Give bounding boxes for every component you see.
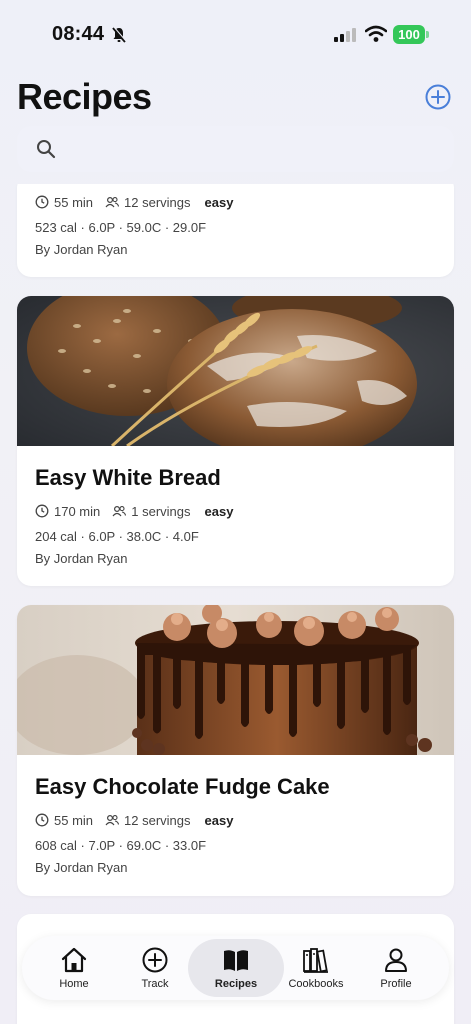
recipe-nutrition: 204 cal · 6.0P · 38.0C · 4.0F <box>35 529 199 544</box>
recipe-servings: 1 servings <box>131 503 191 519</box>
plus-circle-icon <box>142 947 168 973</box>
book-open-icon <box>224 950 248 971</box>
tab-label: Recipes <box>214 978 258 990</box>
tab-bar: Home Track Recipes Cookbooks Profile <box>22 936 449 1000</box>
recipe-author: By Jordan Ryan <box>35 242 128 257</box>
recipe-time: 170 min <box>54 503 101 519</box>
battery-tip <box>426 31 429 38</box>
home-icon <box>61 947 87 973</box>
search-bar[interactable] <box>17 126 454 172</box>
clock-icon <box>35 813 49 827</box>
books-icon <box>303 948 328 973</box>
recipe-card[interactable]: 55 min 12 servings easy 523 cal · 6.0P ·… <box>17 184 454 277</box>
battery-icon: 100 <box>393 25 429 44</box>
bread-image <box>17 296 454 446</box>
recipe-servings: 12 servings <box>124 812 191 828</box>
tab-cookbooks[interactable]: Cookbooks <box>276 936 356 1000</box>
battery-level: 100 <box>393 25 425 44</box>
servings-icon <box>105 196 120 208</box>
person-icon <box>385 948 407 972</box>
recipe-title: Easy Chocolate Fudge Cake <box>35 774 330 799</box>
tab-label: Cookbooks <box>288 978 344 990</box>
servings-icon <box>112 505 127 517</box>
search-input[interactable] <box>67 134 437 164</box>
recipe-time: 55 min <box>54 812 94 828</box>
recipe-nutrition: 608 cal · 7.0P · 69.0C · 33.0F <box>35 838 207 853</box>
tab-profile[interactable]: Profile <box>356 936 436 1000</box>
recipe-time: 55 min <box>54 194 94 210</box>
recipe-meta: 55 min 12 servings easy <box>35 192 436 212</box>
recipe-difficulty: easy <box>204 503 234 519</box>
recipe-nutrition: 523 cal · 6.0P · 59.0C · 29.0F <box>35 220 207 235</box>
recipe-feed[interactable]: 55 min 12 servings easy 523 cal · 6.0P ·… <box>0 184 471 1024</box>
servings-icon <box>105 814 120 826</box>
page-title: Recipes <box>17 76 152 117</box>
tab-home[interactable]: Home <box>34 936 114 1000</box>
status-bar: 08:44 100 <box>0 0 471 70</box>
recipe-title: Easy White Bread <box>35 465 221 490</box>
recipe-difficulty: easy <box>204 194 234 210</box>
wifi-icon <box>365 25 387 42</box>
bell-muted-icon <box>112 26 127 43</box>
cake-image <box>17 605 454 755</box>
signal-icon <box>334 28 356 42</box>
recipe-author: By Jordan Ryan <box>35 860 128 875</box>
clock-icon <box>35 504 49 518</box>
recipe-difficulty: easy <box>204 812 234 828</box>
status-time: 08:44 <box>52 23 105 45</box>
tab-recipes[interactable]: Recipes <box>188 939 284 997</box>
tab-label: Home <box>59 978 89 990</box>
recipe-servings: 12 servings <box>124 194 191 210</box>
recipe-author: By Jordan Ryan <box>35 551 128 566</box>
tab-track[interactable]: Track <box>115 936 195 1000</box>
tab-label: Profile <box>380 978 412 990</box>
add-recipe-button[interactable] <box>425 84 451 110</box>
recipe-card[interactable]: Easy White Bread 170 min 1 servings easy… <box>17 296 454 586</box>
recipe-meta: 55 min 12 servings easy <box>35 810 436 830</box>
clock-icon <box>35 195 49 209</box>
recipe-card[interactable]: Easy Chocolate Fudge Cake 55 min 12 serv… <box>17 605 454 896</box>
recipe-meta: 170 min 1 servings easy <box>35 501 436 521</box>
search-icon <box>37 140 56 159</box>
tab-label: Track <box>141 978 169 990</box>
